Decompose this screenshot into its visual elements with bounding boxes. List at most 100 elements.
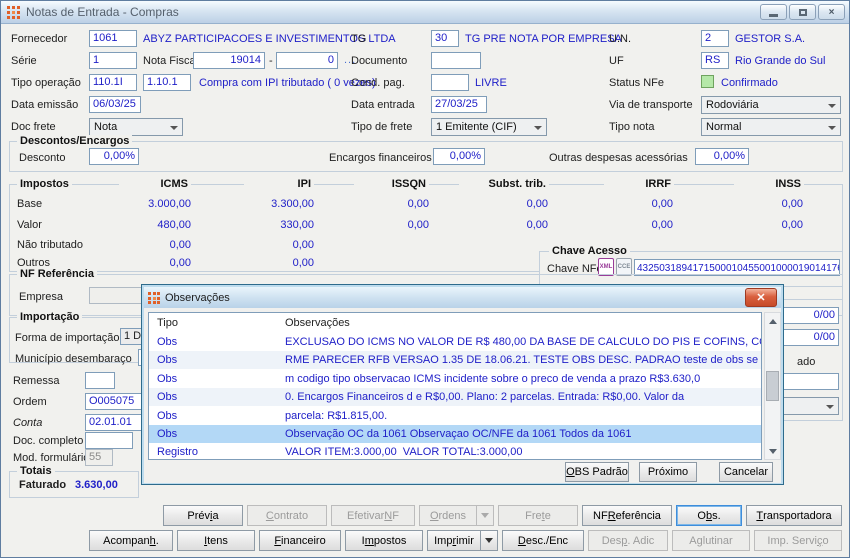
impostos-group-title: Impostos <box>17 178 72 191</box>
dropdown-arrow-icon <box>481 513 489 522</box>
nota-fiscal-numero-input[interactable]: 19014 <box>193 52 265 69</box>
doc-completo-label: Doc. completo <box>13 435 84 447</box>
conta-input[interactable]: 02.01.01 <box>85 414 143 431</box>
aglutinar-button[interactable]: Ag lutinar <box>672 530 750 551</box>
doc-completo-input[interactable] <box>85 432 133 449</box>
cond-pag-input[interactable] <box>431 74 469 91</box>
doc-frete-select[interactable]: Nota <box>89 118 183 136</box>
col-observacoes-header: Observações <box>285 317 350 329</box>
un-input[interactable]: 2 <box>701 30 729 47</box>
scrollbar-thumb[interactable] <box>766 371 779 401</box>
doc-frete-label: Doc frete <box>11 121 56 133</box>
imposto-value: 0,00 <box>407 198 429 210</box>
serie-label: Série <box>11 55 37 67</box>
right-partial-label: ado <box>797 356 816 368</box>
fornecedor-input[interactable]: 1061 <box>89 30 137 47</box>
status-nfe-value: Confirmado <box>721 77 778 89</box>
desc-enc-button[interactable]: Desc./Enc <box>502 530 584 551</box>
via-transporte-select[interactable]: Rodoviária <box>701 96 841 114</box>
itens-button[interactable]: Itens <box>177 530 255 551</box>
scroll-down-button[interactable] <box>765 444 780 459</box>
tipo-nota-select[interactable]: Normal <box>701 118 841 136</box>
obs-button[interactable]: Ob s. <box>676 505 742 526</box>
obs-row[interactable]: Obs parcela: R$1.815,00. <box>149 407 761 425</box>
totais-group-title: Totais <box>17 465 55 478</box>
observacoes-list[interactable]: Tipo Observações Obs EXCLUSAO DO ICMS NO … <box>148 312 762 460</box>
minimize-button[interactable] <box>760 4 787 20</box>
efetivar-nf-button[interactable]: Efetivar NF <box>331 505 415 526</box>
previa-button[interactable]: Prév i a <box>163 505 243 526</box>
imprimir-dropdown-button[interactable] <box>480 530 498 551</box>
desconto-input[interactable]: 0,00% <box>89 148 139 165</box>
frete-button[interactable]: Fre t e <box>498 505 578 526</box>
obs-row-selected[interactable]: Obs Observação OC da 1061 Observaçao OC/N… <box>149 425 761 443</box>
proximo-button[interactable]: Próximo <box>639 462 697 482</box>
cancelar-button[interactable]: Cancelar <box>719 462 773 482</box>
faturado-value: 3.630,00 <box>75 479 118 491</box>
contrato-button[interactable]: Contrato <box>247 505 327 526</box>
serie-input[interactable]: 1 <box>89 52 137 69</box>
ordens-dropdown-button[interactable] <box>476 505 494 526</box>
importacao-group-title: Importação <box>17 311 83 324</box>
window-titlebar[interactable]: Notas de Entrada - Compras × <box>1 1 849 24</box>
imposto-value: 3.300,00 <box>271 198 314 210</box>
observacoes-dialog-title: Observações <box>165 291 230 304</box>
arrow-up-icon <box>768 315 777 324</box>
data-entrada-label: Data entrada <box>351 99 415 111</box>
maximize-icon <box>798 8 807 16</box>
tipo-frete-select[interactable]: 1 Emitente (CIF) <box>431 118 547 136</box>
outras-despesas-input[interactable]: 0,00% <box>695 148 749 165</box>
observacoes-dialog-titlebar[interactable]: Observações ✕ <box>144 287 781 308</box>
empresa-label: Empresa <box>19 291 64 303</box>
obs-row[interactable]: Obs RME PARECER RFB VERSAO 1.35 DE 18.06.… <box>149 351 761 369</box>
dialog-close-button[interactable]: ✕ <box>745 288 777 307</box>
transportadora-button[interactable]: Transportadora <box>746 505 842 526</box>
mod-formulario-input[interactable]: 55 <box>85 449 113 466</box>
nota-fiscal-sufixo-input[interactable]: 0 <box>276 52 338 69</box>
desp-adic-button[interactable]: Des p. Adic <box>588 530 668 551</box>
tipo-frete-label: Tipo de frete <box>351 121 413 133</box>
imposto-value: 0,00 <box>407 219 429 231</box>
tipo-operacao-code2-input[interactable]: 1.10.1 <box>143 74 191 91</box>
imposto-value: 0,00 <box>651 219 673 231</box>
maximize-button[interactable] <box>789 4 816 20</box>
tg-input[interactable]: 30 <box>431 30 459 47</box>
obs-row[interactable]: Obs m codigo tipo observacao ICMS inciden… <box>149 370 761 388</box>
imposto-value: 0,00 <box>781 219 803 231</box>
ordens-button[interactable]: Ordens <box>419 505 477 526</box>
list-scrollbar[interactable] <box>764 312 781 460</box>
acompanh-button[interactable]: Acompan h. <box>89 530 173 551</box>
tg-label: TG <box>351 33 367 45</box>
chevron-down-icon <box>826 405 834 413</box>
remessa-input[interactable] <box>85 372 115 389</box>
data-entrada-input[interactable]: 27/03/25 <box>431 96 487 113</box>
close-button[interactable]: × <box>818 4 845 20</box>
imposto-value: 0,00 <box>292 257 314 269</box>
imp-servico-button[interactable]: Imp. Servi ç o <box>754 530 842 551</box>
obs-padrao-button[interactable]: O BS Padrão <box>565 462 629 482</box>
imposto-value: 330,00 <box>280 219 314 231</box>
tipo-operacao-code1-input[interactable]: 110.1I <box>89 74 137 91</box>
chave-acesso-group-title: Chave Acesso <box>549 245 630 258</box>
nf-referencia-button[interactable]: NF Referência <box>582 505 672 526</box>
obs-row[interactable]: Registro VALOR ITEM:3.000,00 VALOR TOTAL:… <box>149 443 761 459</box>
data-emissao-input[interactable]: 06/03/25 <box>89 96 141 113</box>
scroll-up-button[interactable] <box>765 313 780 328</box>
tipo-operacao-label: Tipo operação <box>11 77 81 89</box>
obs-row[interactable]: Obs EXCLUSAO DO ICMS NO VALOR DE R$ 480,0… <box>149 333 761 351</box>
col-ipi: IPI <box>244 178 314 191</box>
financeiro-button[interactable]: Financeiro <box>259 530 341 551</box>
obs-row[interactable]: Obs 0. Encargos Financeiros d e R$0,00. P… <box>149 388 761 406</box>
uf-input[interactable]: RS <box>701 52 729 69</box>
arrow-down-icon <box>768 448 777 458</box>
toolbar-row-1: Prév i a Contrato Efetivar NF Ordens Fre t e… <box>163 505 842 526</box>
impostos-button[interactable]: Im postos <box>345 530 423 551</box>
toolbar-row-2: Acompan h. Itens Financeiro Im postos Imp r… <box>89 530 842 551</box>
status-nfe-label: Status NFe <box>609 77 665 89</box>
imprimir-button[interactable]: Imp r imir <box>427 530 481 551</box>
encargos-input[interactable]: 0,00% <box>433 148 485 165</box>
nota-fiscal-dash: - <box>269 55 273 67</box>
col-issqn: ISSQN <box>354 178 429 191</box>
ordem-input[interactable]: O005075 <box>85 393 143 410</box>
documento-input[interactable] <box>431 52 481 69</box>
